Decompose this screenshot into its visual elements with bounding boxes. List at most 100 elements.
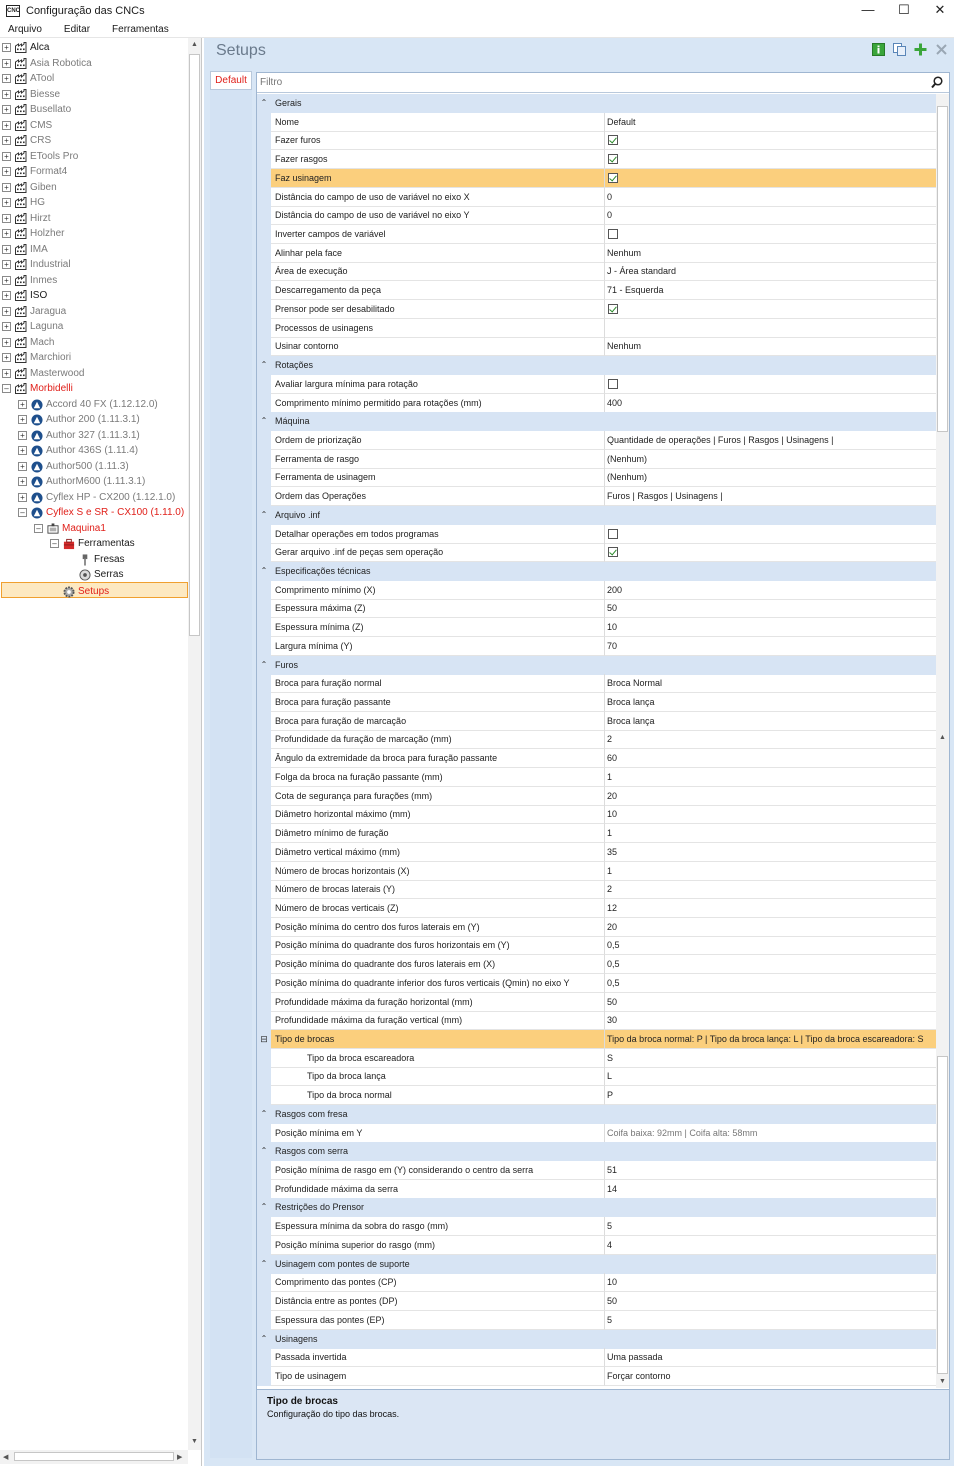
expand-icon[interactable]: + [18, 446, 27, 455]
expand-icon[interactable]: + [18, 415, 27, 424]
property-value[interactable]: Furos | Rasgos | Usinagens | [605, 487, 936, 507]
property-value[interactable]: 50 [605, 599, 936, 619]
expand-icon[interactable]: + [2, 275, 11, 285]
property-value[interactable]: (Nenhum) [605, 468, 936, 488]
tree-item-machine[interactable]: + Author 436S (1.11.4) [18, 443, 138, 458]
category-row[interactable]: ⌃ Rotações [257, 356, 936, 376]
expand-icon[interactable]: + [2, 136, 11, 145]
filter-input[interactable] [260, 75, 920, 90]
property-value[interactable]: Default [605, 113, 936, 132]
checkbox-unchecked[interactable] [608, 378, 618, 389]
property-row[interactable]: Área de execução J - Área standard [257, 262, 936, 282]
scroll-up-arrow-icon[interactable]: ▲ [191, 41, 198, 48]
property-row[interactable]: Distância do campo de uso de variável no… [257, 187, 936, 207]
property-row[interactable]: Diâmetro mínimo de furação 1 [257, 824, 936, 844]
property-row[interactable]: Comprimento mínimo permitido para rotaçõ… [257, 393, 936, 413]
property-value[interactable] [605, 300, 936, 319]
property-row[interactable]: Número de brocas laterais (Y) 2 [257, 880, 936, 900]
tree-item-manufacturer[interactable]: + ETools Pro [2, 149, 78, 164]
property-value[interactable] [605, 131, 936, 151]
scroll-right-arrow-icon[interactable]: ▶ [177, 1453, 182, 1461]
expand-icon[interactable]: + [2, 213, 11, 223]
category-row[interactable]: ⌃ Restrições do Prensor [257, 1198, 936, 1218]
expand-icon[interactable]: + [2, 291, 11, 300]
property-value[interactable]: 70 [605, 637, 936, 656]
expand-icon[interactable]: + [2, 43, 11, 52]
property-row[interactable]: Fazer furos [257, 131, 936, 151]
property-row[interactable]: Folga da broca na furação passante (mm) 1 [257, 767, 936, 787]
property-value[interactable]: 0 [605, 206, 936, 226]
property-row[interactable]: Cota de segurança para furações (mm) 20 [257, 786, 936, 806]
property-value[interactable]: 2 [605, 730, 936, 750]
tree-item-manufacturer[interactable]: + CRS [2, 133, 51, 148]
property-value[interactable] [605, 225, 936, 245]
tree-item-manufacturer[interactable]: + Format4 [2, 164, 67, 179]
property-row[interactable]: Distância entre as pontes (DP) 50 [257, 1292, 936, 1312]
property-row[interactable]: Profundidade máxima da furação horizonta… [257, 992, 936, 1012]
property-row[interactable]: Tipo de usinagem Forçar contorno [257, 1366, 936, 1386]
property-row[interactable]: Nome Default [257, 112, 936, 132]
add-icon[interactable] [914, 43, 927, 56]
tree-item-machine[interactable]: + Author 200 (1.11.3.1) [18, 412, 140, 427]
property-row[interactable]: Profundidade máxima da furação vertical … [257, 1011, 936, 1031]
category-row[interactable]: ⌃ Gerais [257, 94, 936, 113]
property-row[interactable]: Broca para furação de marcação Broca lanç… [257, 711, 936, 731]
expand-icon[interactable]: + [2, 260, 11, 269]
tree-item-machine[interactable]: + Author 327 (1.11.3.1) [18, 428, 140, 443]
property-value[interactable]: 50 [605, 1292, 936, 1312]
tree-item-manufacturer[interactable]: + Mach [2, 335, 54, 350]
property-value[interactable]: Nenhum [605, 244, 936, 263]
tree-item-manufacturer[interactable]: + Marchiori [2, 350, 71, 365]
tree-item-manufacturer[interactable]: + Giben [2, 180, 57, 195]
property-row[interactable]: Profundidade da furação de marcação (mm)… [257, 730, 936, 750]
tree-item-fresas[interactable]: Fresas [66, 552, 125, 567]
property-row[interactable]: Comprimento mínimo (X) 200 [257, 580, 936, 600]
collapse-chevron-icon[interactable]: ⌃ [257, 1329, 271, 1349]
tree-item-manufacturer[interactable]: + CMS [2, 118, 52, 133]
property-row[interactable]: Posição mínima do quadrante dos furos la… [257, 955, 936, 975]
property-row[interactable]: Número de brocas verticais (Z) 12 [257, 898, 936, 918]
property-value[interactable]: Broca lança [605, 712, 936, 731]
expand-icon[interactable]: + [2, 58, 11, 68]
property-value[interactable]: 5 [605, 1217, 936, 1237]
property-value[interactable]: 0,5 [605, 955, 936, 975]
expand-icon[interactable]: + [2, 120, 11, 130]
expand-icon[interactable]: + [18, 430, 27, 440]
category-row[interactable]: ⌃ Furos [257, 655, 936, 675]
scroll-left-arrow-icon[interactable]: ◀ [3, 1453, 8, 1461]
grid-vertical-scrollbar[interactable]: ▲ ▼ [936, 94, 949, 1388]
expand-icon[interactable]: + [2, 368, 11, 378]
property-value[interactable]: Broca Normal [605, 674, 936, 694]
tree-item-manufacturer[interactable]: + Inmes [2, 273, 57, 288]
collapse-chevron-icon[interactable]: ⌃ [257, 1198, 271, 1218]
property-value[interactable]: Uma passada [605, 1348, 936, 1368]
checkbox-unchecked[interactable] [608, 229, 618, 240]
property-value[interactable]: 10 [605, 1273, 936, 1293]
tree-item-manufacturer[interactable]: – Morbidelli [2, 381, 73, 396]
tree-item-manufacturer[interactable]: + Holzher [2, 226, 64, 241]
property-value[interactable]: 0,5 [605, 936, 936, 956]
category-row[interactable]: ⌃ Rasgos com fresa [257, 1104, 936, 1124]
property-row[interactable]: Posição mínima superior do rasgo (mm) 4 [257, 1235, 936, 1255]
property-value[interactable]: 4 [605, 1236, 936, 1255]
sub-property-row[interactable]: Tipo da broca lança L [257, 1067, 936, 1087]
minimize-button[interactable]: — [850, 0, 886, 22]
category-row[interactable]: ⌃ Máquina [257, 412, 936, 432]
duplicate-icon[interactable] [893, 43, 906, 56]
expand-icon[interactable]: + [2, 198, 11, 207]
tree-item-machine[interactable]: + Accord 40 FX (1.12.12.0) [18, 397, 158, 412]
sub-property-row[interactable]: Tipo da broca normal P [257, 1086, 936, 1106]
tree-scroll-thumb[interactable] [189, 54, 200, 636]
collapse-chevron-icon[interactable]: ⌃ [257, 1104, 271, 1124]
property-value[interactable]: S [605, 1049, 936, 1068]
expand-icon[interactable]: + [2, 167, 11, 176]
property-row[interactable]: Usinar contorno Nenhum [257, 337, 936, 357]
property-row[interactable]: Avaliar largura mínima para rotação [257, 374, 936, 394]
property-row[interactable]: ⊟ Tipo de brocas Tipo da broca normal: P … [257, 1030, 936, 1049]
property-value[interactable]: Tipo da broca normal: P | Tipo da broca … [605, 1030, 936, 1049]
property-value[interactable] [605, 375, 936, 394]
expand-icon[interactable]: + [2, 105, 11, 114]
tree-item-manufacturer[interactable]: + ISO [2, 288, 47, 303]
delete-icon[interactable] [935, 43, 948, 56]
property-value[interactable]: (Nenhum) [605, 450, 936, 469]
